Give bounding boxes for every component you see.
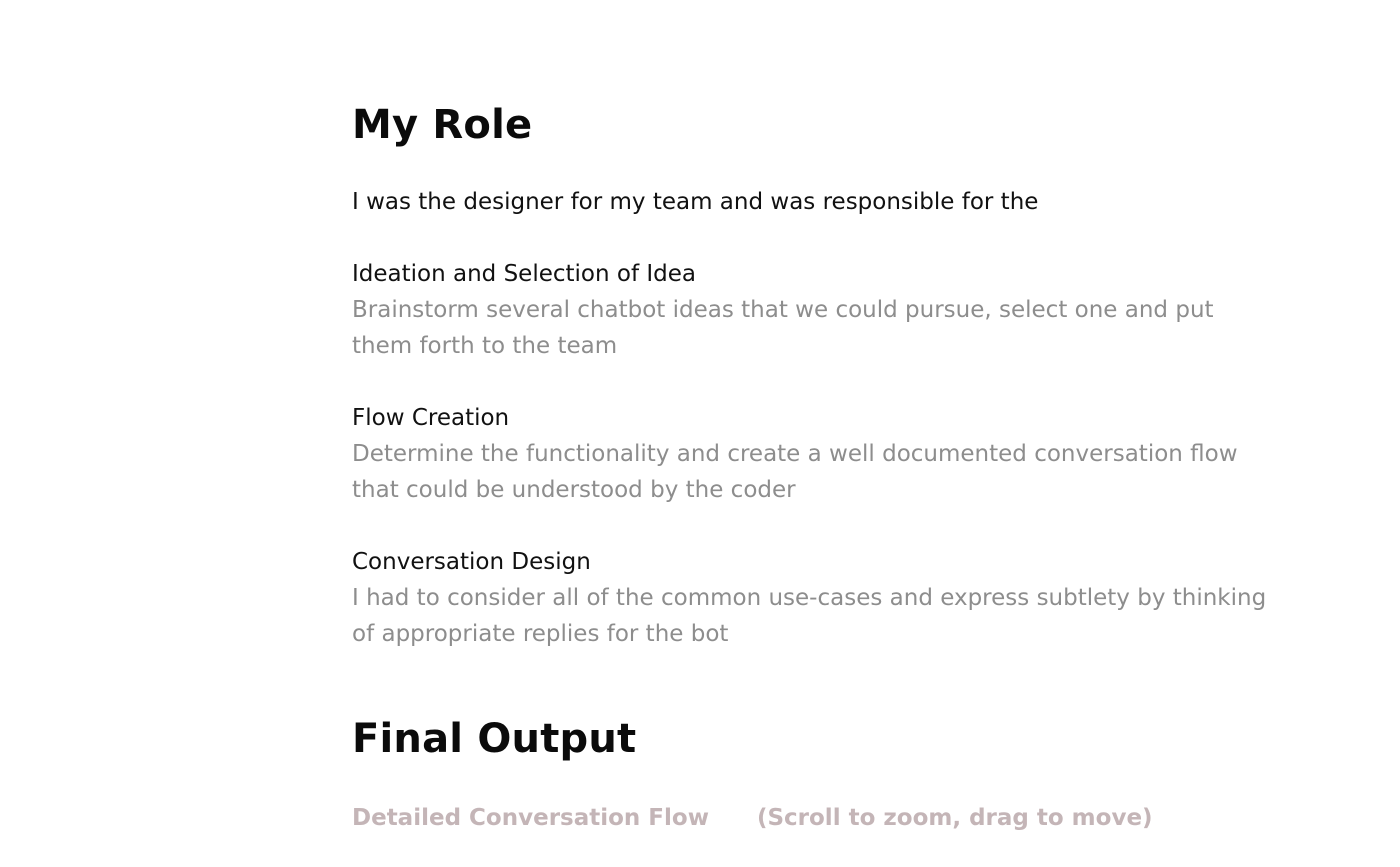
- role-item-description: I had to consider all of the common use-…: [352, 585, 1267, 647]
- conversation-flow-label: Detailed Conversation Flow: [352, 805, 709, 831]
- final-output-title: Final Output: [352, 716, 637, 762]
- role-item-description: Determine the functionality and create a…: [352, 441, 1238, 503]
- role-item-flow-creation: Flow Creation Determine the functionalit…: [352, 400, 1272, 508]
- zoom-drag-hint: (Scroll to zoom, drag to move): [756, 805, 1153, 831]
- my-role-section: My Role I was the designer for my team a…: [352, 100, 1272, 652]
- role-item-heading: Ideation and Selection of Idea: [352, 261, 696, 287]
- final-output-section: Final Output Detailed Conversation Flow …: [352, 714, 1272, 836]
- role-item-description: Brainstorm several chatbot ideas that we…: [352, 297, 1214, 359]
- final-output-caption-row: Detailed Conversation Flow (Scroll to zo…: [352, 800, 1272, 836]
- role-item-conversation-design: Conversation Design I had to consider al…: [352, 544, 1272, 652]
- role-item-heading: Flow Creation: [352, 405, 510, 431]
- my-role-intro: I was the designer for my team and was r…: [352, 189, 1039, 215]
- role-item-heading: Conversation Design: [352, 549, 591, 575]
- case-study-content: My Role I was the designer for my team a…: [352, 100, 1272, 836]
- role-item-ideation: Ideation and Selection of Idea Brainstor…: [352, 256, 1272, 364]
- my-role-title: My Role: [352, 102, 533, 148]
